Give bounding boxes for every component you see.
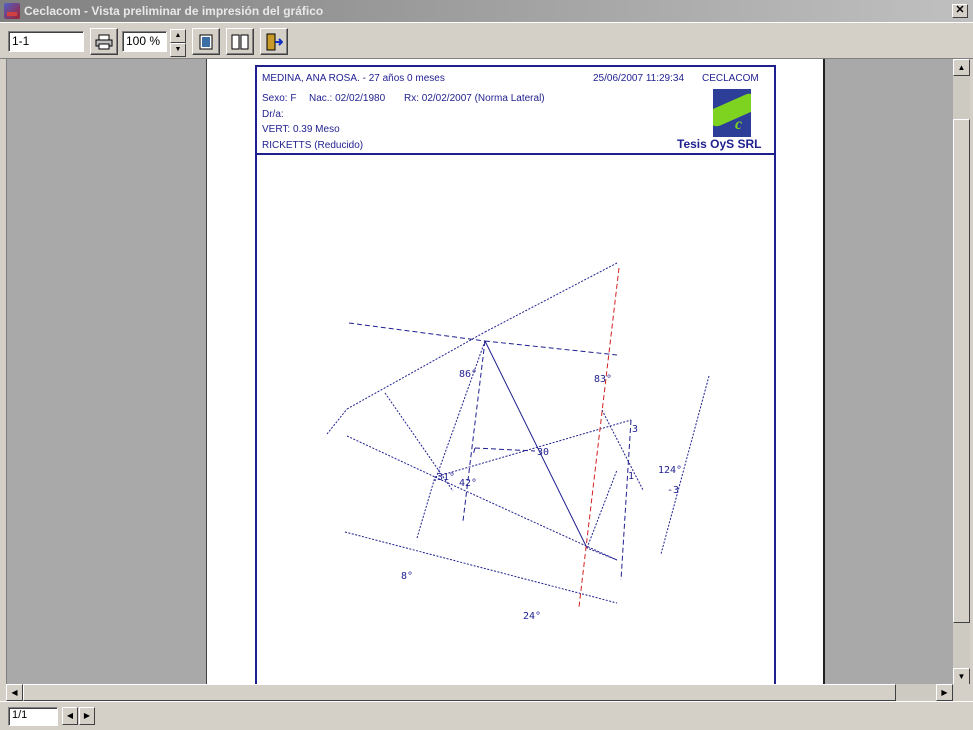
angle-label: 83° bbox=[594, 374, 612, 385]
angle-label: 86° bbox=[459, 369, 477, 380]
horizontal-scroll-thumb[interactable] bbox=[23, 684, 896, 701]
page-range-input[interactable]: 1-1 bbox=[8, 31, 84, 52]
tracing-line bbox=[601, 409, 644, 491]
report-frame: MEDINA, ANA ROSA. - 27 años 0 meses 25/0… bbox=[255, 65, 776, 685]
preview-area[interactable]: MEDINA, ANA ROSA. - 27 años 0 meses 25/0… bbox=[6, 59, 953, 685]
exit-button[interactable] bbox=[260, 28, 288, 55]
angle-label: 31° bbox=[437, 472, 455, 483]
angle-label: 42° bbox=[459, 478, 477, 489]
angle-label: 3 bbox=[632, 424, 638, 435]
toolbar: 1-1 100 % ▲ ▼ bbox=[0, 23, 973, 59]
report-datetime: 25/06/2007 11:29:34 bbox=[593, 73, 685, 84]
window-title: Ceclacom - Vista preliminar de impresión… bbox=[24, 4, 324, 18]
exit-door-icon bbox=[266, 33, 283, 50]
tracing-line bbox=[586, 547, 618, 561]
angle-label: 8° bbox=[401, 571, 413, 582]
angle-label: 24° bbox=[523, 611, 541, 622]
tracing-line bbox=[346, 435, 436, 478]
app-icon bbox=[4, 3, 20, 19]
close-button[interactable]: ✕ bbox=[952, 4, 968, 18]
angle-label: 1 bbox=[628, 471, 634, 482]
next-page-button[interactable]: ▶ bbox=[79, 707, 95, 725]
xray-info: Rx: 02/02/2007 (Norma Lateral) bbox=[404, 93, 545, 104]
tracing-line bbox=[434, 419, 632, 478]
single-page-button[interactable] bbox=[192, 28, 220, 55]
zoom-up-button[interactable]: ▲ bbox=[170, 29, 186, 43]
angle-label: -3 bbox=[667, 485, 679, 496]
two-pages-icon bbox=[231, 34, 249, 49]
zoom-down-button[interactable]: ▼ bbox=[170, 43, 186, 57]
patient-sex: Sexo: F bbox=[262, 93, 297, 104]
cephalometric-tracing: 86° 83° 3 30 31° 42° 1 124° -3 8° 24° bbox=[326, 262, 710, 622]
vertical-scrollbar[interactable]: ▲ ▼ bbox=[953, 59, 970, 685]
tracing-line bbox=[484, 340, 618, 356]
report-org: CECLACOM bbox=[702, 73, 759, 84]
tracing-line bbox=[474, 447, 536, 452]
printer-icon bbox=[95, 34, 113, 49]
tracing-line bbox=[484, 340, 588, 549]
company-logo: c bbox=[713, 89, 751, 137]
print-button[interactable] bbox=[90, 28, 118, 55]
tracing-line bbox=[326, 408, 348, 435]
horizontal-scrollbar[interactable]: ◀ ▶ bbox=[6, 684, 953, 701]
scroll-right-button[interactable]: ▶ bbox=[936, 684, 953, 701]
scroll-corner bbox=[953, 684, 970, 701]
single-page-icon bbox=[199, 34, 213, 49]
tracing-line bbox=[620, 419, 632, 581]
title-bar: Ceclacom - Vista preliminar de impresión… bbox=[0, 0, 973, 23]
angle-label: 124° bbox=[658, 465, 682, 476]
tracing-line bbox=[472, 447, 476, 456]
tracing-line bbox=[416, 476, 436, 539]
tracing-line bbox=[586, 469, 618, 549]
tracing-line bbox=[484, 262, 618, 333]
two-pages-button[interactable] bbox=[226, 28, 254, 55]
vert-value: VERT: 0.39 Meso bbox=[262, 124, 340, 135]
tracing-line bbox=[434, 340, 486, 482]
logo-letter: c bbox=[735, 116, 743, 133]
zoom-input[interactable]: 100 % bbox=[122, 31, 167, 52]
patient-birth: Nac.: 02/02/1980 bbox=[309, 93, 386, 104]
brand-name: Tesis OyS SRL bbox=[677, 137, 762, 151]
page-indicator[interactable]: 1/1 bbox=[8, 707, 58, 726]
tracing-line bbox=[462, 340, 486, 522]
status-bar: 1/1 ◀ ▶ bbox=[0, 701, 973, 730]
analysis-name: RICKETTS (Reducido) bbox=[262, 140, 364, 151]
tracing-line bbox=[348, 322, 486, 342]
red-reference-line bbox=[578, 267, 620, 608]
scroll-up-button[interactable]: ▲ bbox=[953, 59, 970, 76]
prev-page-button[interactable]: ◀ bbox=[62, 707, 78, 725]
scroll-down-button[interactable]: ▼ bbox=[953, 668, 970, 685]
patient-name: MEDINA, ANA ROSA. - 27 años 0 meses bbox=[262, 73, 445, 84]
tracing-line bbox=[344, 531, 618, 604]
doctor-label: Dr/a: bbox=[262, 109, 284, 120]
scroll-left-button[interactable]: ◀ bbox=[6, 684, 23, 701]
page-sheet: MEDINA, ANA ROSA. - 27 años 0 meses 25/0… bbox=[206, 59, 825, 685]
angle-label: 30 bbox=[537, 447, 549, 458]
vertical-scroll-thumb[interactable] bbox=[953, 119, 970, 623]
